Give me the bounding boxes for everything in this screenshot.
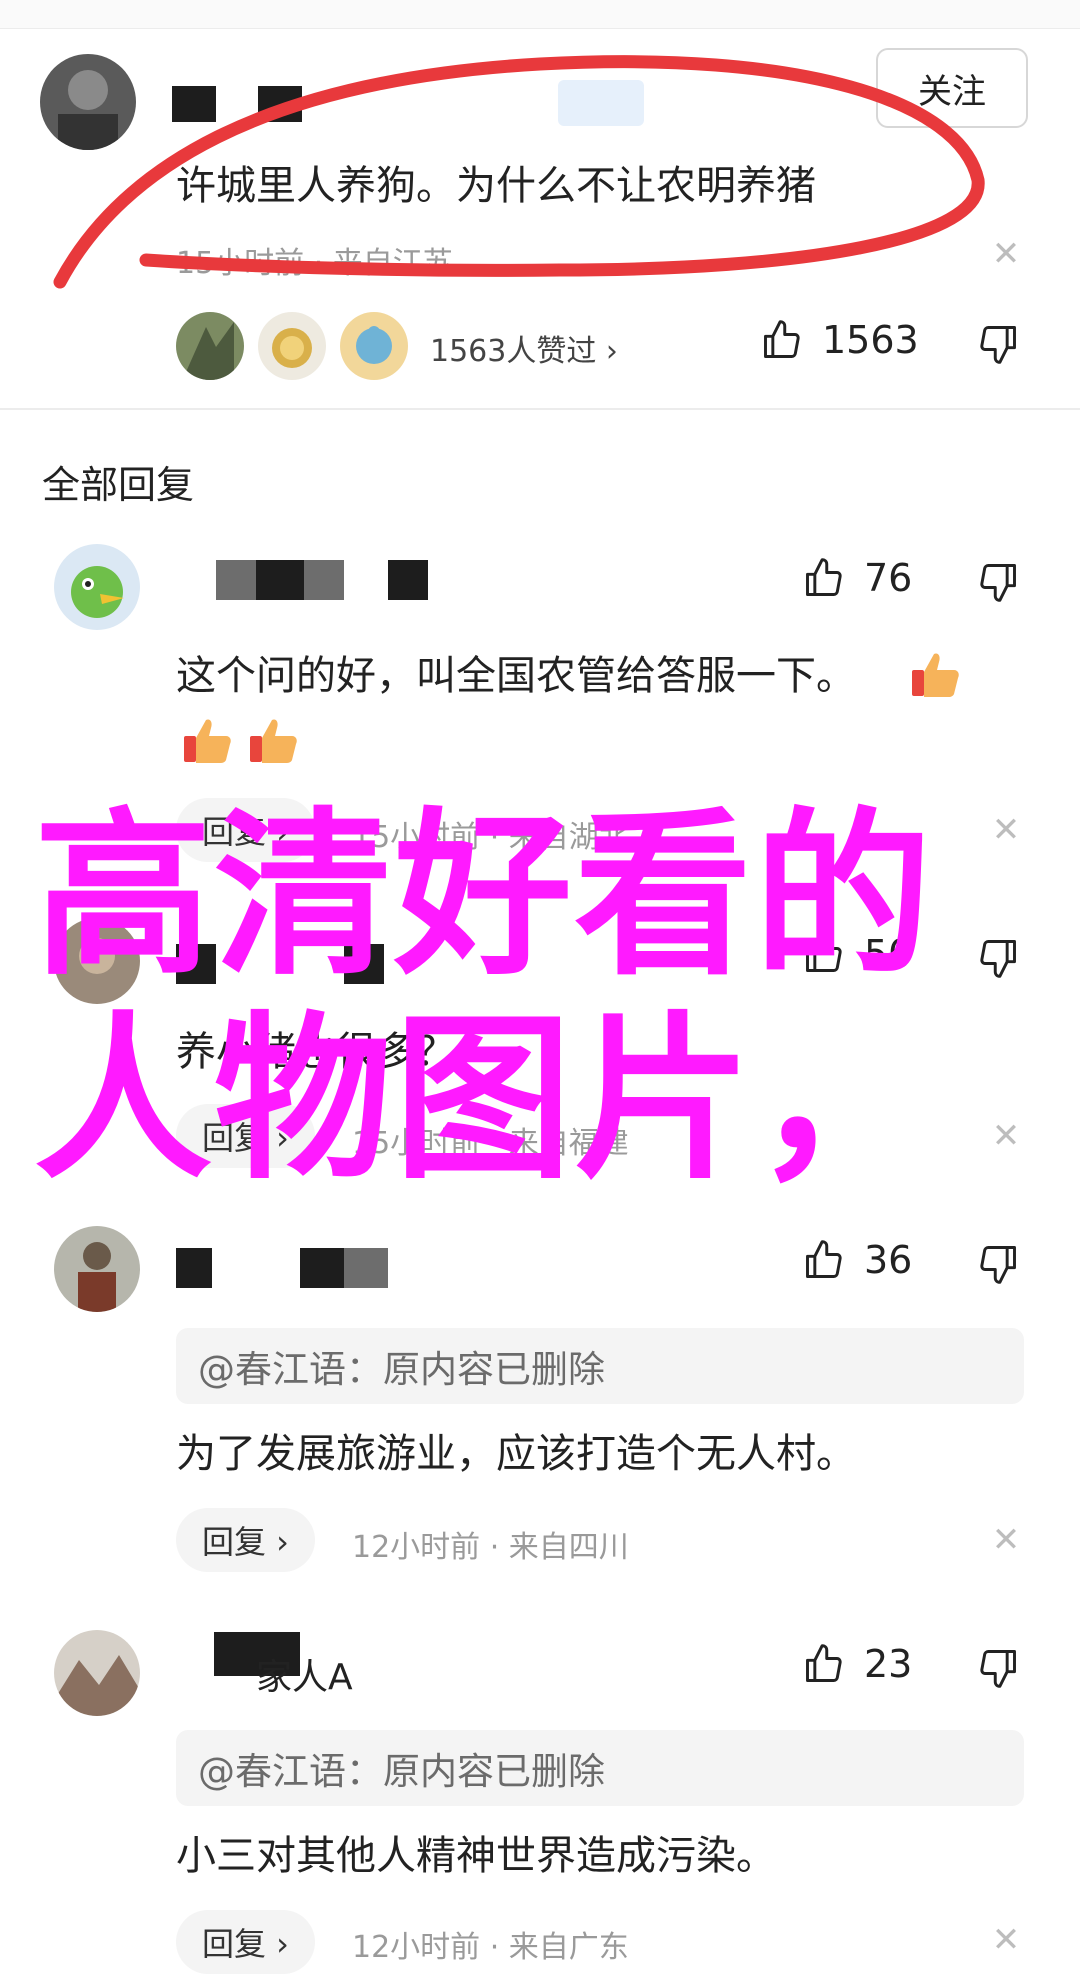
quoted-comment[interactable]: @春江语：原内容已删除	[176, 1730, 1024, 1806]
close-icon[interactable]: ✕	[986, 810, 1026, 850]
like-button[interactable]: 36	[802, 1238, 912, 1282]
username-redacted	[176, 1248, 212, 1288]
like-count: 1563	[822, 318, 919, 362]
reply-button[interactable]: 回复 ›	[176, 1910, 315, 1974]
avatar[interactable]	[54, 1630, 140, 1716]
thumbs-up-icon	[806, 1240, 842, 1278]
thumbs-up-emoji-icon	[912, 653, 959, 697]
watermark-line-2: 人物图片，	[34, 996, 934, 1203]
like-count: 36	[864, 1238, 913, 1282]
avatar[interactable]	[54, 544, 140, 630]
like-button[interactable]: 1563	[760, 318, 919, 362]
dislike-button[interactable]	[976, 560, 1020, 608]
like-count: 76	[864, 556, 913, 600]
username-redacted	[256, 560, 304, 600]
username: 家人A	[256, 1657, 353, 1698]
like-button[interactable]: 76	[802, 556, 912, 600]
thumbs-up-icon	[806, 558, 842, 596]
dislike-button[interactable]	[976, 322, 1020, 370]
avatar[interactable]	[54, 1226, 140, 1312]
close-icon[interactable]: ✕	[986, 1520, 1026, 1560]
thumbs-up-emoji-icon	[250, 719, 297, 763]
username-redacted	[344, 1248, 388, 1288]
close-icon[interactable]: ✕	[986, 1116, 1026, 1156]
reply-text: 小三对其他人精神世界造成污染。	[176, 1833, 776, 1879]
like-count: 23	[864, 1642, 913, 1686]
username-redacted	[304, 560, 344, 600]
thumbs-down-icon	[980, 326, 1016, 364]
username-redacted	[300, 1248, 344, 1288]
thumbs-up-icon	[806, 1644, 842, 1682]
section-title: 全部回复	[42, 463, 195, 507]
liker-avatar[interactable]	[340, 312, 408, 380]
username-redacted	[388, 560, 428, 600]
liker-avatar[interactable]	[176, 312, 244, 380]
likers-link[interactable]: 1563人赞过 ›	[430, 326, 618, 370]
reply-meta: 12小时前 · 来自四川	[352, 1530, 629, 1565]
like-button[interactable]: 23	[802, 1642, 912, 1686]
divider	[0, 408, 1080, 410]
reply-text: 为了发展旅游业，应该打造个无人村。	[176, 1431, 856, 1477]
reply-meta: 12小时前 · 来自广东	[352, 1930, 629, 1965]
dislike-button[interactable]	[976, 1242, 1020, 1290]
reply-text: 这个问的好，叫全国农管给答服一下。	[176, 653, 856, 699]
thumbs-up-emoji-icon	[184, 719, 231, 763]
red-annotation-circle	[53, 55, 985, 289]
thumbs-down-icon	[980, 1246, 1016, 1284]
thumbs-down-icon	[980, 940, 1016, 978]
username-redacted	[216, 560, 256, 600]
reply-button[interactable]: 回复 ›	[176, 1508, 315, 1572]
liker-avatar[interactable]	[258, 312, 326, 380]
thumbs-down-icon	[980, 1650, 1016, 1688]
dislike-button[interactable]	[976, 1646, 1020, 1694]
thumbs-down-icon	[980, 564, 1016, 602]
close-icon[interactable]: ✕	[986, 1920, 1026, 1960]
quoted-comment[interactable]: @春江语：原内容已删除	[176, 1328, 1024, 1404]
dislike-button[interactable]	[976, 936, 1020, 984]
watermark-line-1: 高清好看的	[34, 792, 934, 999]
thumbs-up-icon	[764, 320, 800, 358]
